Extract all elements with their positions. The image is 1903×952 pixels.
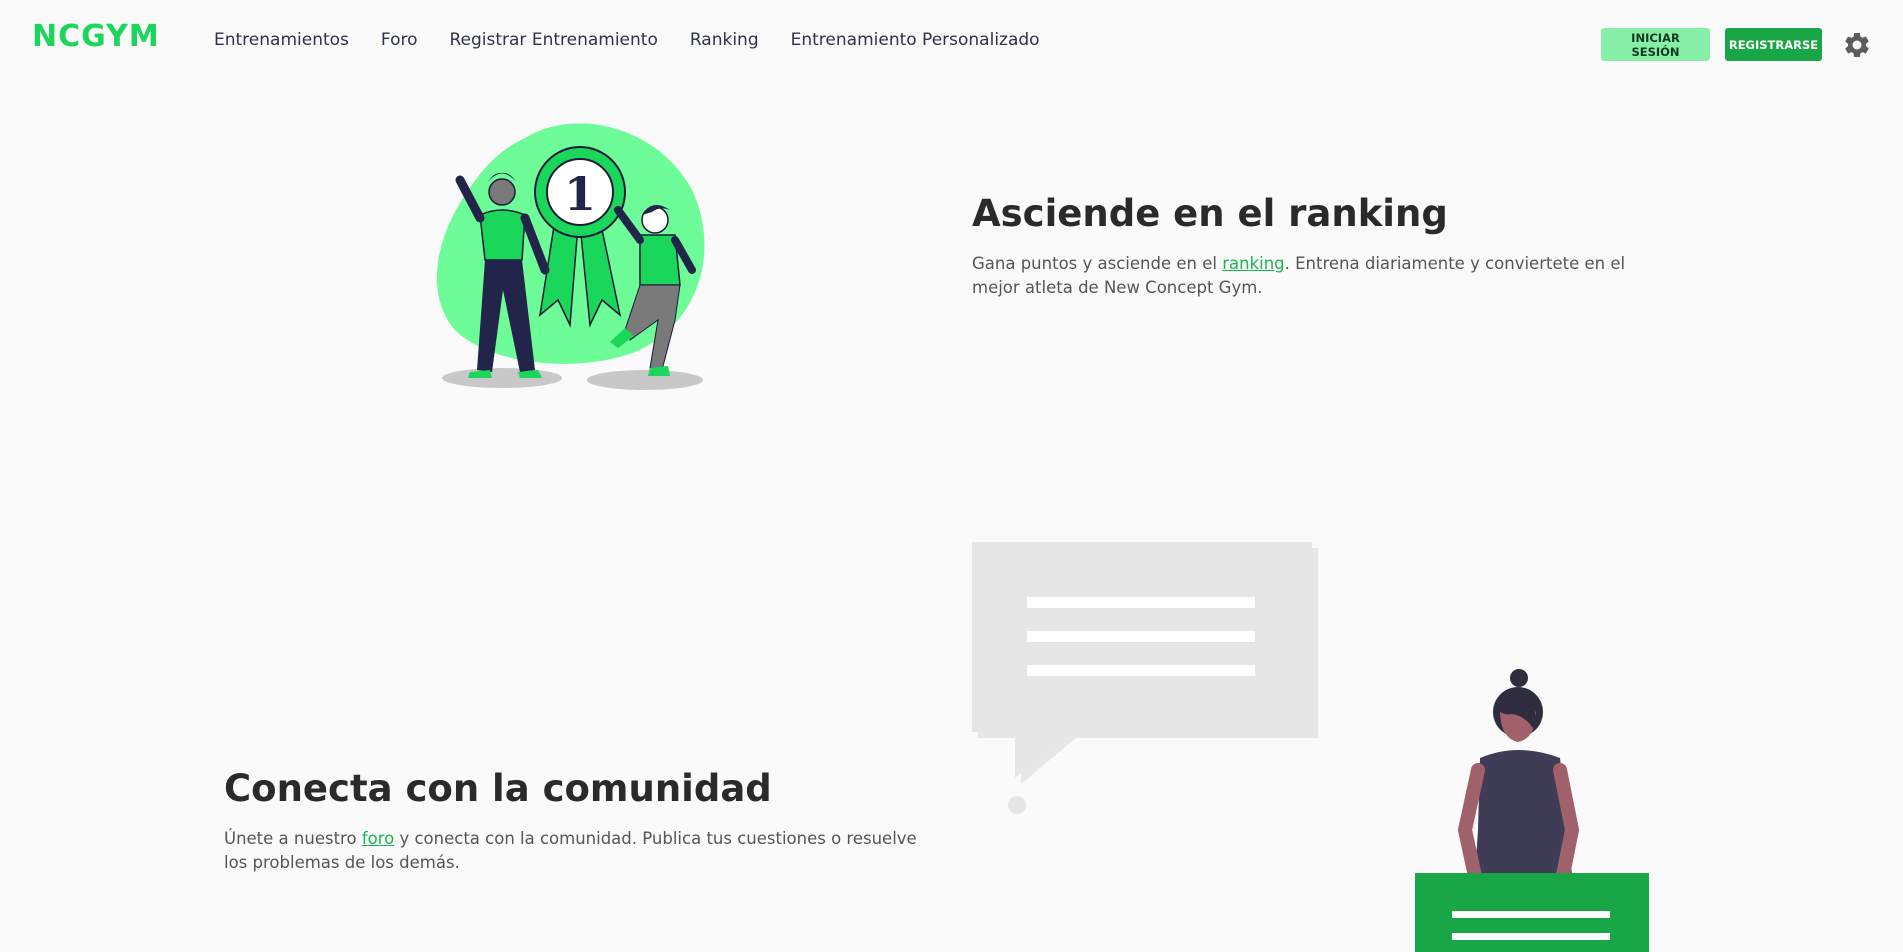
forum-section-title: Conecta con la comunidad xyxy=(224,767,772,810)
nav-entrenamientos[interactable]: Entrenamientos xyxy=(214,30,349,50)
ranking-section-title: Asciende en el ranking xyxy=(972,192,1448,235)
logo-text: NCGYM xyxy=(32,19,160,54)
nav-registrar-entrenamiento[interactable]: Registrar Entrenamiento xyxy=(449,30,657,50)
logo[interactable]: NCGYM xyxy=(32,16,162,58)
forum-section-text: Únete a nuestro foro y conecta con la co… xyxy=(224,827,924,875)
ranking-link[interactable]: ranking xyxy=(1222,254,1284,273)
top-navbar: NCGYM Entrenamientos Foro Registrar Entr… xyxy=(0,0,1903,88)
nav-foro[interactable]: Foro xyxy=(381,30,418,50)
ranking-illustration: 1 xyxy=(436,123,705,390)
main-nav: Entrenamientos Foro Registrar Entrenamie… xyxy=(214,30,1040,50)
forum-link[interactable]: foro xyxy=(362,829,394,848)
gear-icon[interactable] xyxy=(1842,30,1872,60)
nav-ranking[interactable]: Ranking xyxy=(690,30,759,50)
community-illustration xyxy=(972,542,1649,952)
ranking-text-before: Gana puntos y asciende en el xyxy=(972,254,1223,273)
login-button[interactable]: INICIAR SESIÓN xyxy=(1601,28,1710,61)
register-button[interactable]: REGISTRARSE xyxy=(1725,28,1822,61)
ranking-section-text: Gana puntos y asciende en el ranking. En… xyxy=(972,252,1672,300)
nav-entrenamiento-personalizado[interactable]: Entrenamiento Personalizado xyxy=(791,30,1040,50)
badge-number: 1 xyxy=(564,167,596,221)
forum-text-before: Únete a nuestro xyxy=(224,829,362,848)
